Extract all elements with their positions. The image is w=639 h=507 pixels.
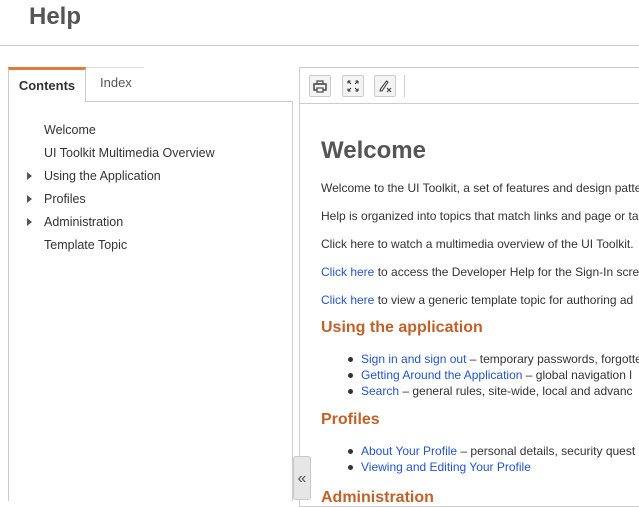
tree-item-label: Administration [44,215,124,229]
paragraph: Help is organized into topics that match… [321,209,639,223]
page-title: Help [29,3,82,30]
section-heading: Administration [321,489,434,506]
paragraph-text: to access the Developer Help for the Sig… [374,265,639,279]
paragraph: Click here to view a generic template to… [321,293,633,307]
tree-item-label: Using the Application [44,169,161,183]
edit-profile-link[interactable]: Viewing and Editing Your Profile [361,460,531,474]
tree-item-multimedia-overview[interactable]: UI Toolkit Multimedia Overview [44,146,215,160]
template-topic-link[interactable]: Click here [321,293,374,307]
list-item: Getting Around the Application – global … [348,368,632,382]
expand-icon [347,80,359,92]
tab-contents[interactable]: Contents [8,67,86,102]
tree-item-label: UI Toolkit Multimedia Overview [44,146,215,160]
list-item-text: – global navigation l [522,368,632,382]
search-link[interactable]: Search [361,384,399,398]
about-profile-link[interactable]: About Your Profile [361,444,457,458]
sign-in-link[interactable]: Sign in and sign out [361,352,466,366]
paragraph-text: Help is organized into topics that match… [321,209,639,223]
tab-index[interactable]: Index [86,67,144,102]
clear-highlight-button[interactable] [374,75,396,97]
paragraph: Welcome to the UI Toolkit, a set of feat… [321,181,639,195]
developer-help-link[interactable]: Click here [321,265,374,279]
expand-caret-icon[interactable] [27,195,32,203]
list-item: Search – general rules, site-wide, local… [348,384,633,398]
toolbar-divider [404,75,405,97]
list-item: About Your Profile – personal details, s… [347,444,636,458]
clear-highlight-icon [379,80,392,93]
expand-caret-icon[interactable] [27,172,32,180]
paragraph-text: Welcome to the UI Toolkit, a set of feat… [321,181,639,195]
paragraph-text: to view a generic template topic for aut… [374,293,634,307]
getting-around-link[interactable]: Getting Around the Application [361,368,522,382]
paragraph: Click here to watch a multimedia overvie… [321,237,634,251]
section-heading: Profiles [321,411,380,428]
header-divider [0,45,639,46]
list-item-text: – general rules, site-wide, local and ad… [399,384,633,398]
tree-item-label: Welcome [44,123,96,137]
paragraph-text: Click here to watch a multimedia overvie… [321,237,634,251]
help-content-panel: Welcome Welcome to the UI Toolkit, a set… [299,67,639,507]
topic-title: Welcome [321,137,426,164]
tree-item-profiles[interactable]: Profiles [27,192,86,206]
contents-tree: Welcome UI Toolkit Multimedia Overview U… [8,101,293,501]
print-icon [313,80,327,93]
list-item-text: – temporary passwords, forgotte [466,352,639,366]
expand-button[interactable] [342,75,364,97]
section-heading: Using the application [321,319,483,336]
help-navigation-panel: Contents Index Welcome UI Toolkit Multim… [8,67,293,501]
tree-item-label: Profiles [44,192,86,206]
expand-caret-icon[interactable] [27,218,32,226]
tree-item-label: Template Topic [44,238,128,252]
content-toolbar [300,68,639,104]
tree-item-template-topic[interactable]: Template Topic [44,238,127,252]
nav-tabs: Contents Index [8,67,293,102]
collapse-panel-button[interactable]: « [293,456,311,500]
list-item: Viewing and Editing Your Profile [348,460,531,474]
paragraph: Click here to access the Developer Help … [321,265,639,279]
print-button[interactable] [309,75,331,97]
tree-item-welcome[interactable]: Welcome [44,123,96,137]
list-item: Sign in and sign out – temporary passwor… [348,352,639,366]
tree-item-using-the-application[interactable]: Using the Application [27,169,161,183]
list-item-text: – personal details, security quest [457,444,636,458]
tree-item-administration[interactable]: Administration [27,215,124,229]
